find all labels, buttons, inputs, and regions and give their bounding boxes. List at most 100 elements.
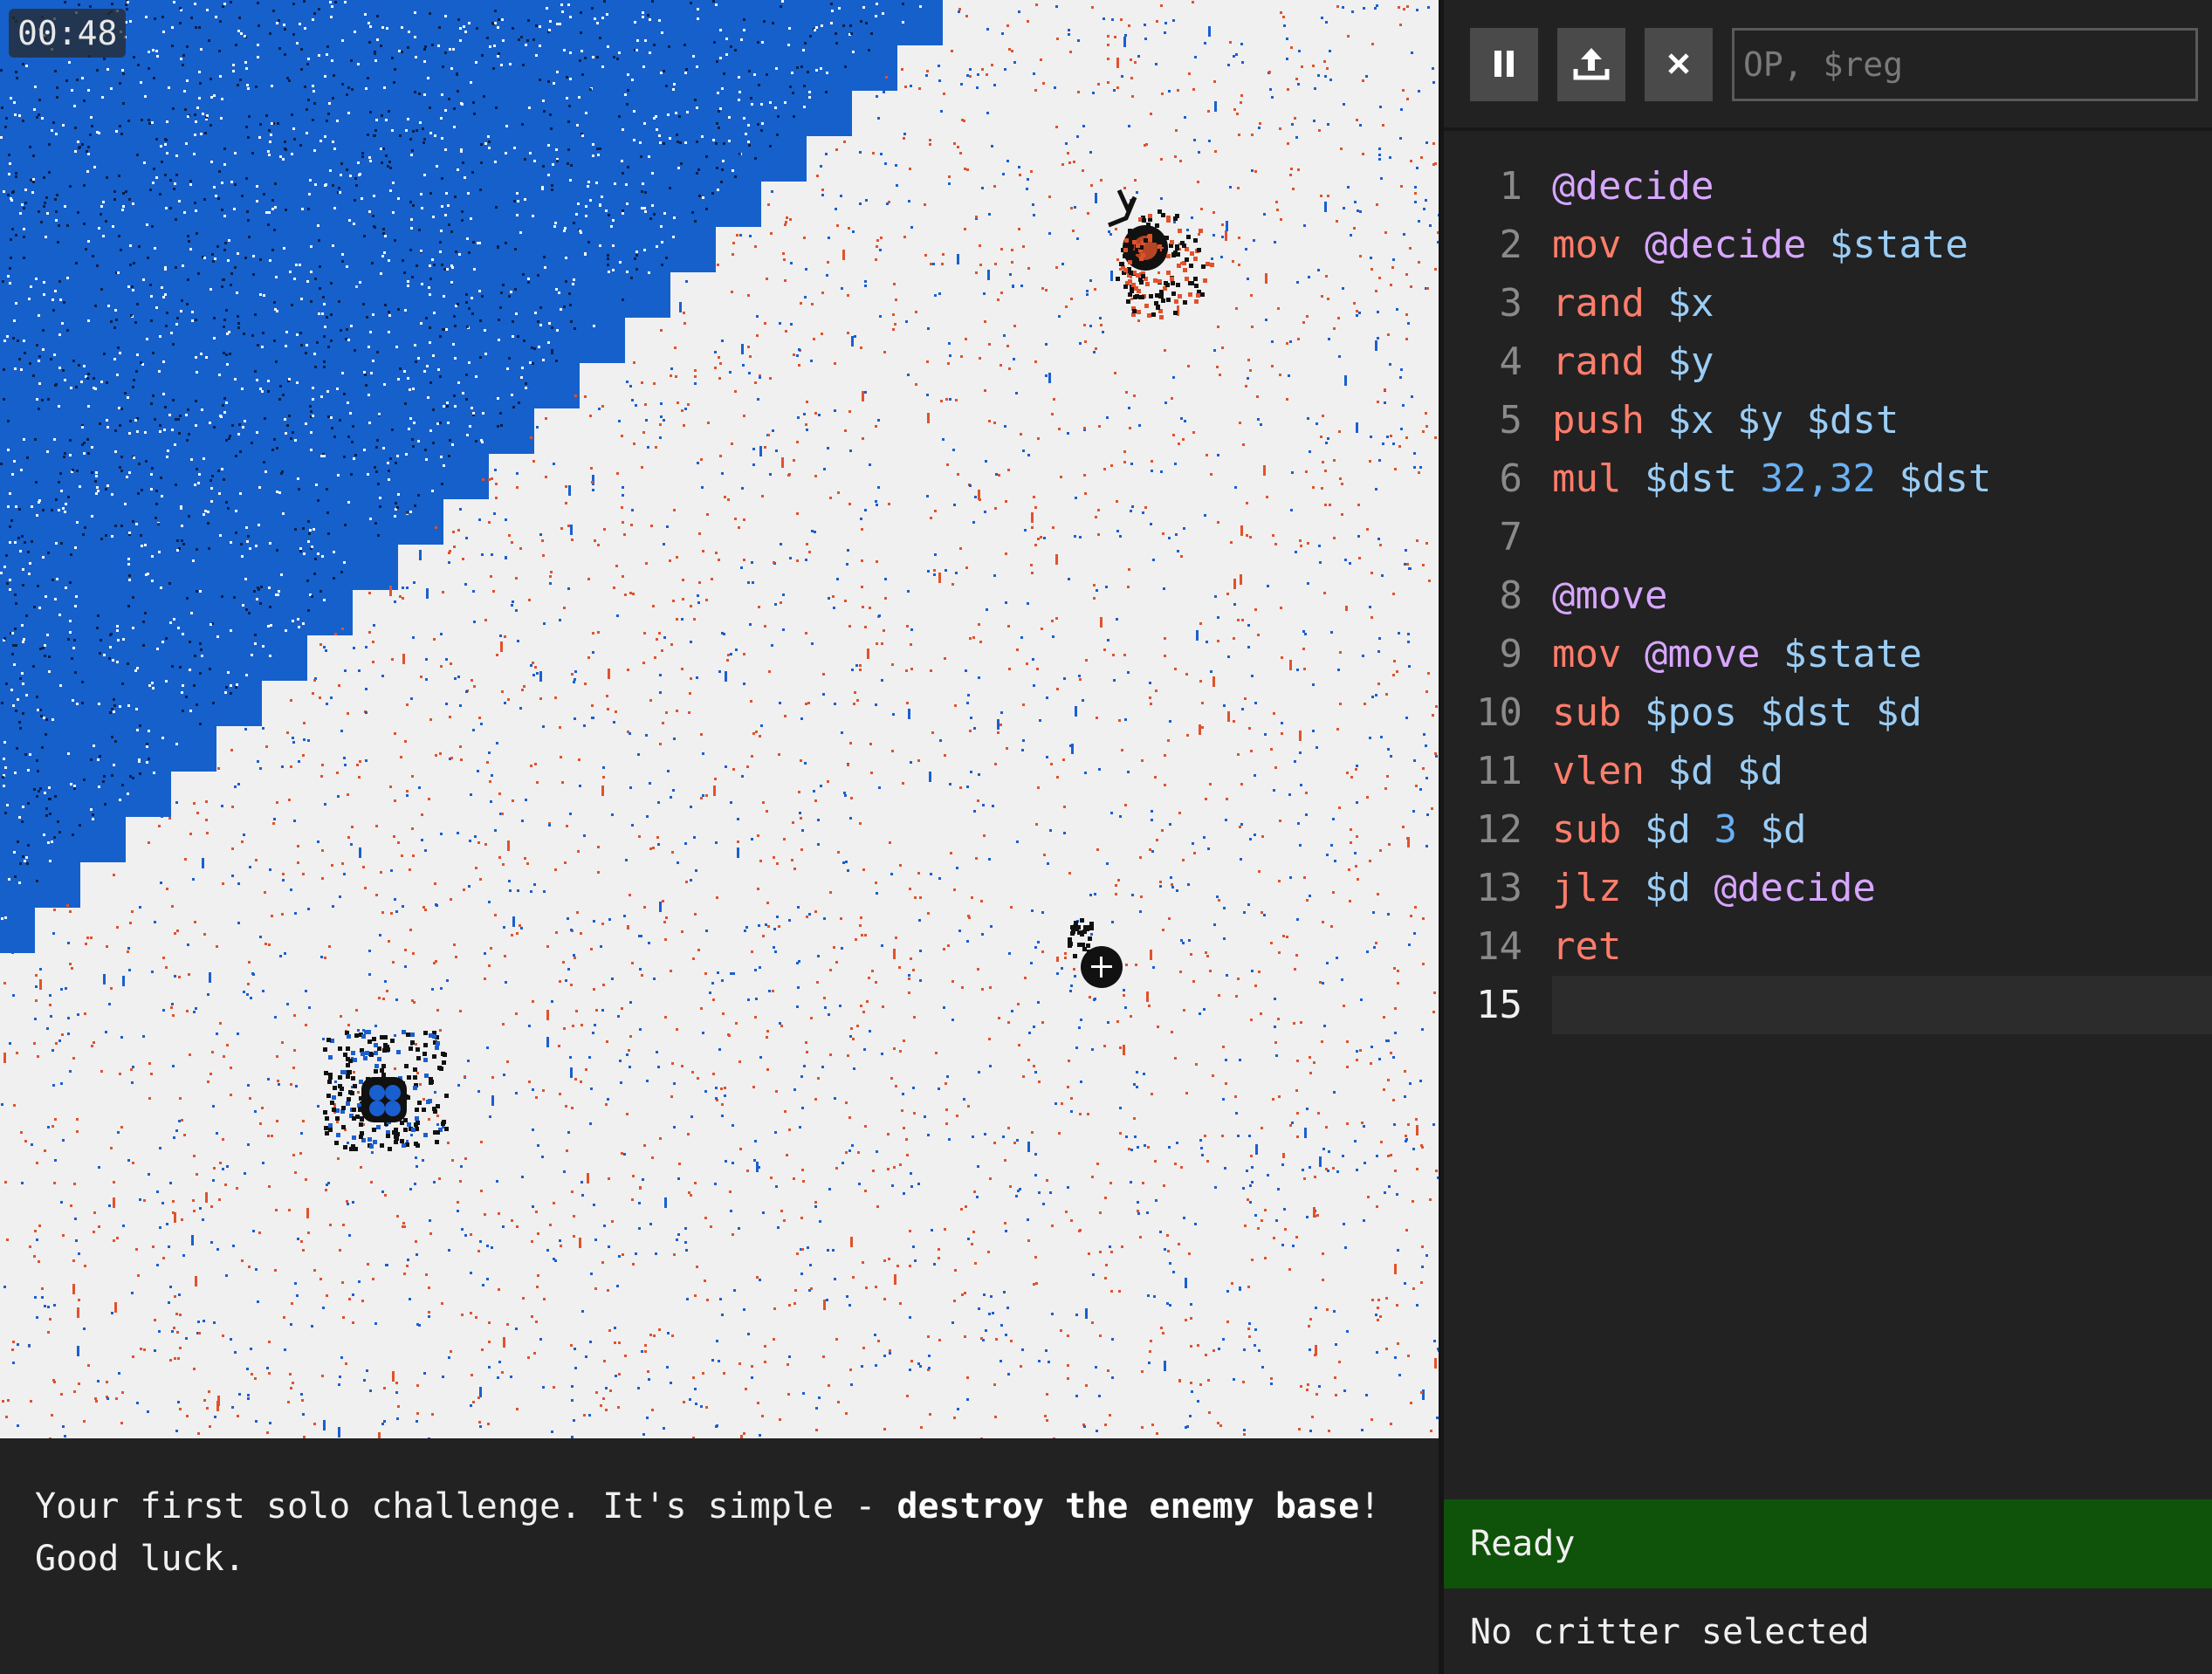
status-text: Ready [1470, 1524, 1576, 1564]
toolbar [1444, 0, 2212, 129]
line-number: 14 [1476, 924, 1522, 969]
code-token: 32,32 [1760, 456, 1876, 501]
code-token: @move [1552, 573, 1668, 618]
code-token: rand [1552, 340, 1645, 384]
line-number: 12 [1476, 807, 1522, 852]
line-code: jlz $d @decide [1552, 859, 1876, 917]
code-line[interactable]: 6 mul $dst 32,32 $dst [1444, 449, 2212, 508]
line-code: push $x $y $dst [1552, 391, 1899, 449]
line-number: 15 [1476, 983, 1522, 1027]
line-code: @move [1552, 566, 1667, 625]
line-number: 7 [1499, 515, 1523, 559]
line-number: 3 [1499, 281, 1523, 326]
message-objective: destroy the enemy base [896, 1486, 1360, 1526]
instruction-input[interactable] [1732, 28, 2198, 101]
code-token: $state [1829, 223, 1968, 267]
status-bar: Ready [1444, 1499, 2212, 1588]
close-button[interactable] [1645, 28, 1713, 101]
code-token: @move [1644, 632, 1761, 676]
line-number: 4 [1499, 340, 1523, 384]
line-code: sub $pos $dst $d [1552, 683, 1922, 742]
line-code: mov @decide $state [1552, 216, 1968, 274]
code-token: 3 [1714, 807, 1737, 852]
close-icon [1666, 51, 1692, 79]
message-line-1: Your first solo challenge. It's simple -… [35, 1480, 1404, 1533]
code-token: $x [1667, 398, 1714, 443]
code-line[interactable]: 7 [1444, 508, 2212, 566]
code-line[interactable]: 15 [1476, 976, 2212, 1034]
code-token: $pos [1644, 690, 1737, 735]
line-code: @decide [1552, 157, 1714, 216]
code-line[interactable]: 1 @decide [1444, 157, 2212, 216]
code-token: @decide [1714, 866, 1876, 910]
upload-button[interactable] [1557, 28, 1625, 101]
line-code: ret [1552, 917, 1621, 976]
code-token: mov [1552, 223, 1622, 267]
line-code: mov @move $state [1552, 625, 1922, 683]
challenge-message: Your first solo challenge. It's simple -… [0, 1442, 1439, 1674]
line-code: rand $x [1552, 274, 1714, 333]
code-token: $d [1760, 807, 1807, 852]
code-token: $x [1667, 281, 1714, 326]
selection-info: No critter selected [1470, 1612, 1870, 1652]
code-token: $dst [1644, 456, 1737, 501]
pause-button[interactable] [1470, 28, 1538, 101]
code-token: $d [1875, 690, 1922, 735]
message-punctuation: ! [1359, 1486, 1381, 1526]
code-token: sub [1552, 807, 1622, 852]
code-token: $dst [1760, 690, 1853, 735]
toolbar-separator [1444, 127, 2212, 131]
code-line[interactable]: 8 @move [1444, 566, 2212, 625]
code-line[interactable]: 9 mov @move $state [1444, 625, 2212, 683]
code-token: mov [1552, 632, 1622, 676]
code-token: $d [1667, 749, 1714, 793]
code-token: $y [1667, 340, 1714, 384]
code-token: $d [1644, 807, 1691, 852]
line-code: vlen $d $d [1552, 742, 1783, 800]
code-token: push [1552, 398, 1645, 443]
line-number: 5 [1499, 398, 1523, 443]
code-token: $dst [1806, 398, 1899, 443]
code-token: $d [1644, 866, 1691, 910]
code-editor[interactable]: 1 @decide 2 mov @decide $state 3 rand $x 4 rand… [1444, 157, 2212, 1034]
line-code: sub $d 3 $d [1552, 800, 1806, 859]
code-token: @decide [1644, 223, 1807, 267]
code-line[interactable]: 11 vlen $d $d [1444, 742, 2212, 800]
code-line[interactable]: 4 rand $y [1444, 333, 2212, 391]
code-token: jlz [1552, 866, 1622, 910]
enemy-base[interactable] [1108, 189, 1214, 319]
line-number: 10 [1476, 690, 1522, 735]
line-number: 13 [1476, 866, 1522, 910]
water-region [0, 0, 943, 953]
code-line[interactable]: 10 sub $pos $dst $d [1444, 683, 2212, 742]
map-canvas[interactable] [0, 0, 1439, 1438]
code-line[interactable]: 14 ret [1444, 917, 2212, 976]
game-map[interactable]: 00:48 [0, 0, 1439, 1438]
code-token: mul [1552, 456, 1622, 501]
game-timer: 00:48 [9, 9, 127, 58]
line-number: 2 [1499, 223, 1523, 267]
code-token: rand [1552, 281, 1645, 326]
line-number: 8 [1499, 573, 1523, 618]
line-number: 9 [1499, 632, 1523, 676]
line-code: mul $dst 32,32 $dst [1552, 449, 1991, 508]
code-line[interactable]: 5 push $x $y $dst [1444, 391, 2212, 449]
message-text: Your first solo challenge. It's simple - [35, 1486, 897, 1526]
code-line[interactable]: 3 rand $x [1444, 274, 2212, 333]
code-token: @decide [1552, 164, 1714, 209]
pause-icon [1491, 49, 1517, 81]
code-line[interactable]: 2 mov @decide $state [1444, 216, 2212, 274]
player-base[interactable] [323, 1030, 449, 1151]
code-token: vlen [1552, 749, 1645, 793]
message-line-2: Good luck. [35, 1539, 245, 1579]
code-token: $dst [1899, 456, 1992, 501]
line-number: 1 [1499, 164, 1523, 209]
line-number: 11 [1476, 749, 1522, 793]
code-token: $state [1783, 632, 1922, 676]
code-line[interactable]: 12 sub $d 3 $d [1444, 800, 2212, 859]
code-token: sub [1552, 690, 1622, 735]
upload-icon [1572, 45, 1611, 86]
code-token: $d [1736, 749, 1783, 793]
line-code: rand $y [1552, 333, 1714, 391]
code-line[interactable]: 13 jlz $d @decide [1444, 859, 2212, 917]
